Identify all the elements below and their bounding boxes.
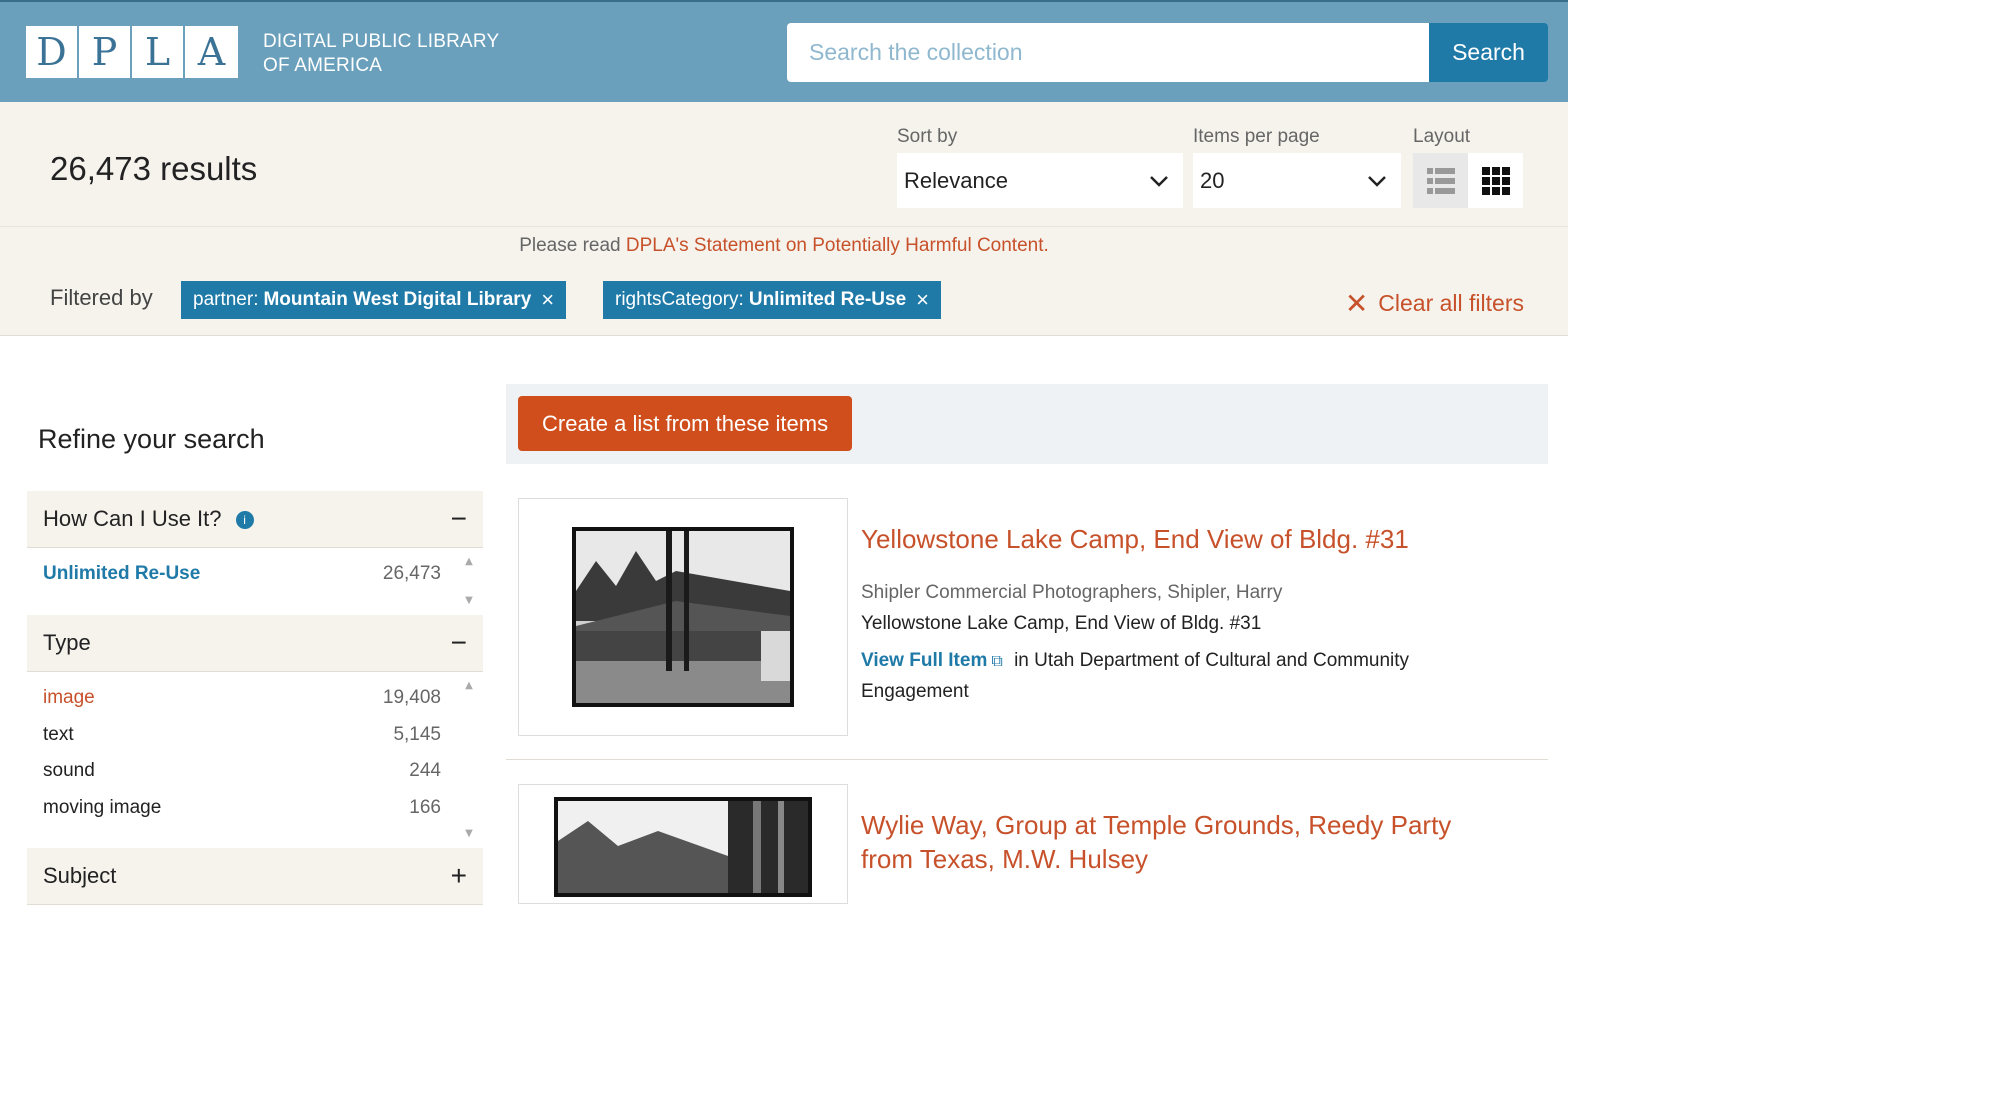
harmful-content-notice: Please read DPLA's Statement on Potentia… xyxy=(0,226,1568,263)
item-thumbnail[interactable] xyxy=(518,498,848,736)
item-title-link[interactable]: Wylie Way, Group at Temple Grounds, Reed… xyxy=(861,808,1501,876)
facet-scrollbar[interactable]: ▲ ▼ xyxy=(463,680,475,839)
grid-view-icon xyxy=(1481,166,1510,195)
collapse-icon[interactable]: − xyxy=(451,627,467,659)
facet-option[interactable]: moving image 166 xyxy=(43,790,467,827)
results-count: 26,473 results xyxy=(50,150,258,187)
item-thumbnail[interactable] xyxy=(518,784,848,904)
filter-chip-partner[interactable]: partner: Mountain West Digital Library × xyxy=(181,281,567,319)
photo-image xyxy=(558,801,808,893)
per-page-select[interactable]: 20 xyxy=(1193,153,1401,208)
expand-icon[interactable]: + xyxy=(451,860,467,892)
dpla-logo[interactable]: D P L A xyxy=(26,26,238,78)
item-source: View Full Item ⧉ in Utah Department of Cu… xyxy=(861,646,1501,707)
info-icon[interactable]: i xyxy=(235,511,254,530)
facet-option-label: Unlimited Re-Use xyxy=(43,563,201,585)
logo-line-1: DIGITAL PUBLIC LIBRARY xyxy=(263,31,500,52)
facet-subject: Subject + xyxy=(27,848,483,905)
facet-option-count: 166 xyxy=(409,796,441,818)
results-toolbar: 26,473 results Sort by Relevance Items p… xyxy=(0,102,1568,226)
facet-title: Type xyxy=(43,630,91,655)
item-creator: Shipler Commercial Photographers, Shiple… xyxy=(861,582,1283,603)
logo-letter-l: L xyxy=(132,26,185,78)
logo-line-2: OF AMERICA xyxy=(263,55,383,76)
logo-letter-a: A xyxy=(185,26,238,78)
facet-type: Type − image 19,408 text 5,145 sound 244… xyxy=(27,615,483,847)
photo-image xyxy=(576,531,790,703)
layout-label: Layout xyxy=(1413,126,1471,147)
list-actions-bar: Create a list from these items xyxy=(506,384,1548,464)
result-divider xyxy=(506,759,1548,760)
search-button[interactable]: Search xyxy=(1429,23,1548,82)
item-title-link[interactable]: Yellowstone Lake Camp, End View of Bldg.… xyxy=(861,522,1521,556)
view-full-item-link[interactable]: View Full Item xyxy=(861,650,987,671)
logo-letter-p: P xyxy=(79,26,132,78)
filtered-by-label: Filtered by xyxy=(50,285,153,310)
facet-header[interactable]: How Can I Use It? i − xyxy=(27,491,483,548)
facet-option-count: 5,145 xyxy=(393,723,441,745)
close-icon[interactable]: × xyxy=(916,287,929,313)
filter-chip-value: Unlimited Re-Use xyxy=(748,289,907,310)
filter-chip-key: rightsCategory: xyxy=(615,289,744,310)
facet-option-label: sound xyxy=(43,760,95,782)
clear-all-label: Clear all filters xyxy=(1378,290,1524,316)
facet-option-count: 244 xyxy=(409,760,441,782)
logo-wordmark[interactable]: DIGITAL PUBLIC LIBRARY OF AMERICA xyxy=(263,30,499,78)
sort-select[interactable]: Relevance xyxy=(897,153,1183,208)
per-page-label: Items per page xyxy=(1193,126,1320,147)
provider-prefix: in xyxy=(1014,650,1035,671)
item-description: Yellowstone Lake Camp, End View of Bldg.… xyxy=(861,613,1262,634)
list-view-button[interactable] xyxy=(1413,153,1468,208)
item-photo xyxy=(554,797,812,897)
chevron-down-icon xyxy=(1150,175,1168,187)
facet-option[interactable]: text 5,145 xyxy=(43,717,467,754)
notice-prefix: Please read xyxy=(519,235,626,256)
close-icon[interactable]: × xyxy=(541,287,554,313)
facet-option-count: 19,408 xyxy=(382,687,441,709)
facet-option-count: 26,473 xyxy=(382,563,441,585)
facet-options: Unlimited Re-Use 26,473 ▲ ▼ xyxy=(27,548,483,614)
facet-scrollbar[interactable]: ▲ ▼ xyxy=(463,556,475,606)
facet-option[interactable]: sound 244 xyxy=(43,753,467,790)
facet-option-label: image xyxy=(43,687,95,709)
filter-chip-key: partner: xyxy=(193,289,259,310)
facet-title: How Can I Use It? xyxy=(43,506,222,531)
external-link-icon: ⧉ xyxy=(991,653,1003,670)
active-filters-bar: Filtered by partner: Mountain West Digit… xyxy=(0,263,1568,336)
facet-header[interactable]: Type − xyxy=(27,615,483,672)
chevron-down-icon xyxy=(1368,175,1386,187)
facet-options: image 19,408 text 5,145 sound 244 moving… xyxy=(27,672,483,847)
harmful-content-link[interactable]: DPLA's Statement on Potentially Harmful … xyxy=(626,235,1049,256)
sort-label: Sort by xyxy=(897,126,958,147)
filter-chip-rights[interactable]: rightsCategory: Unlimited Re-Use × xyxy=(603,281,942,319)
refine-search-title: Refine your search xyxy=(38,424,265,454)
clear-all-filters-button[interactable]: ✕ Clear all filters xyxy=(1345,287,1524,320)
search-form: Search xyxy=(787,23,1548,82)
filter-chip-value: Mountain West Digital Library xyxy=(263,289,532,310)
facet-option[interactable]: image 19,408 xyxy=(43,680,467,717)
facet-title: Subject xyxy=(43,863,117,888)
facet-how-can-i-use-it: How Can I Use It? i − Unlimited Re-Use 2… xyxy=(27,491,483,614)
close-icon: ✕ xyxy=(1344,288,1369,319)
facet-header[interactable]: Subject + xyxy=(27,848,483,905)
per-page-value: 20 xyxy=(1200,167,1225,193)
logo-letter-d: D xyxy=(26,26,79,78)
sort-value: Relevance xyxy=(904,167,1008,193)
grid-view-button[interactable] xyxy=(1468,153,1523,208)
facet-option-label: moving image xyxy=(43,796,162,818)
list-view-icon xyxy=(1426,167,1455,194)
collapse-icon[interactable]: − xyxy=(451,503,467,535)
facet-option-label: text xyxy=(43,723,74,745)
item-photo xyxy=(572,527,794,707)
create-list-button[interactable]: Create a list from these items xyxy=(518,396,853,451)
site-header: D P L A DIGITAL PUBLIC LIBRARY OF AMERIC… xyxy=(0,0,1568,102)
search-input[interactable] xyxy=(787,23,1429,82)
facet-option[interactable]: Unlimited Re-Use 26,473 xyxy=(43,556,467,593)
